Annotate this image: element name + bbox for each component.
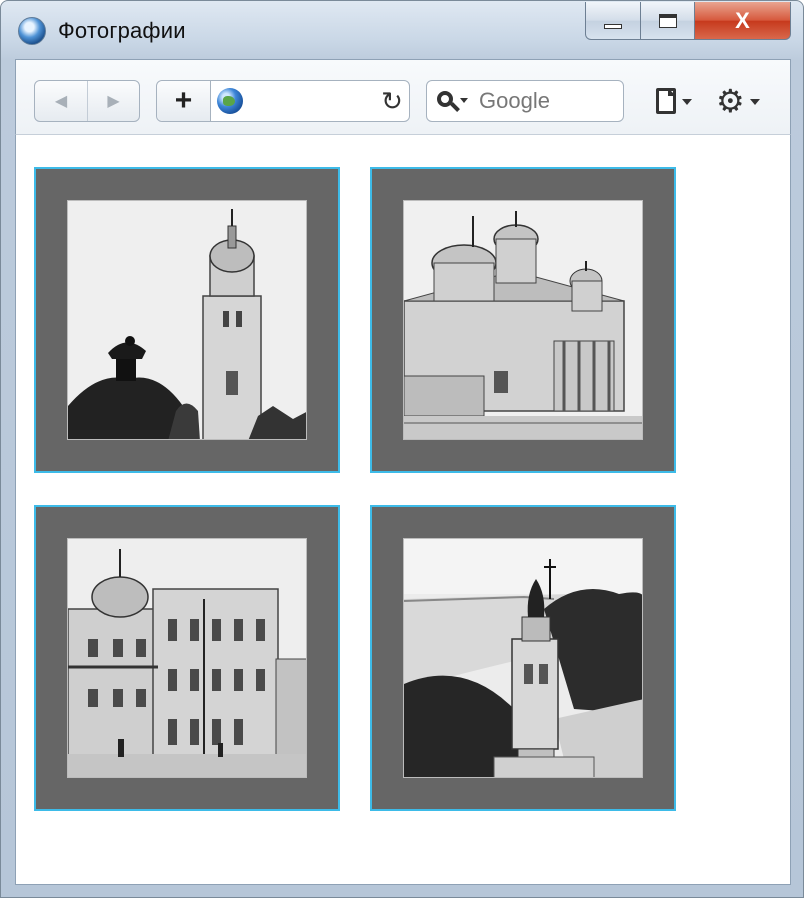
search-icon[interactable] [427,81,469,121]
title-bar[interactable]: Фотографии X [1,1,803,57]
reload-button[interactable]: ↻ [375,86,409,117]
navigation-buttons: ◀ ▶ [34,80,140,122]
photo-riverside-monument [403,538,643,778]
window-controls: X [585,2,791,40]
close-icon: X [735,7,750,33]
new-tab-button[interactable]: + [157,81,211,121]
gear-icon: ⚙ [716,83,745,119]
back-arrow-icon: ◀ [54,93,68,110]
maximize-icon [658,13,677,28]
photo-tile[interactable] [34,167,340,473]
reload-icon: ↻ [381,85,403,116]
photo-corner-building [67,538,307,778]
maximize-button[interactable] [641,2,695,40]
close-button[interactable]: X [695,2,791,40]
photo-tile[interactable] [34,505,340,811]
minimize-icon [604,24,622,29]
toolbar-menus: ⚙ [654,84,764,120]
window-title: Фотографии [58,18,186,43]
photo-tile[interactable] [370,505,676,811]
page-content [15,135,791,885]
search-placeholder: Google [479,88,550,113]
page-menu-button[interactable] [654,84,696,120]
browser-logo-icon [18,17,46,45]
photo-bell-tower [67,200,307,440]
minimize-button[interactable] [585,2,641,40]
search-box[interactable]: Google [426,80,624,122]
photo-tile[interactable] [370,167,676,473]
globe-icon [217,88,243,114]
tools-menu-button[interactable]: ⚙ [714,84,764,120]
forward-button[interactable]: ▶ [86,81,139,121]
back-button[interactable]: ◀ [35,81,87,121]
browser-toolbar: ◀ ▶ + ↻ Google ⚙ [15,59,791,135]
browser-window: Фотографии X ◀ ▶ + ↻ Google ⚙ [0,0,804,898]
forward-arrow-icon: ▶ [107,93,120,110]
address-bar: + ↻ [156,80,410,122]
photo-cathedral [403,200,643,440]
